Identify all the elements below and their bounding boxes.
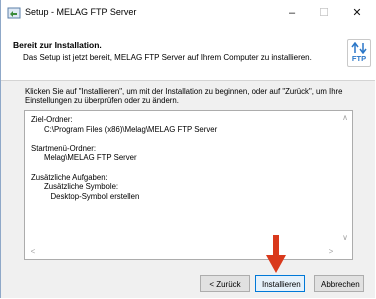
transfer-arrows-icon [351,42,367,54]
close-button[interactable]: ✕ [345,4,369,22]
vertical-scrollbar[interactable]: ∧ ∨ [339,112,351,244]
title-bar[interactable]: Setup - MELAG FTP Server – ☐ ✕ [1,0,376,26]
scroll-right-icon[interactable]: > [325,247,337,257]
annotation-arrow-icon [266,235,286,273]
wizard-footer: < Zurück Installieren Abbrechen [1,269,375,298]
minimize-button[interactable]: – [280,4,304,22]
scroll-up-icon[interactable]: ∧ [339,113,351,123]
ftp-logo-text: FTP [351,54,367,63]
setup-window: Setup - MELAG FTP Server – ☐ ✕ Bereit zu… [0,0,376,298]
wizard-content: Klicken Sie auf "Installieren", um mit d… [1,81,375,269]
cancel-button[interactable]: Abbrechen [314,275,364,292]
maximize-button[interactable]: ☐ [312,4,336,22]
window-title: Setup - MELAG FTP Server [25,7,137,17]
back-button[interactable]: < Zurück [200,275,250,292]
install-button[interactable]: Installieren [255,275,305,292]
intro-text: Klicken Sie auf "Installieren", um mit d… [25,87,343,105]
scroll-left-icon[interactable]: < [27,247,39,257]
ready-memo-text: Ziel-Ordner: C:\Program Files (x86)\Mela… [31,115,218,201]
scroll-down-icon[interactable]: ∨ [339,233,351,243]
ready-memo[interactable]: Ziel-Ordner: C:\Program Files (x86)\Mela… [24,110,353,260]
setup-app-icon [7,6,21,20]
page-subtitle: Das Setup ist jetzt bereit, MELAG FTP Se… [23,53,312,62]
wizard-header: Bereit zur Installation. Das Setup ist j… [1,26,375,81]
ftp-logo: FTP [347,39,371,67]
page-title: Bereit zur Installation. [13,40,102,50]
horizontal-scrollbar[interactable]: < > [26,246,338,258]
